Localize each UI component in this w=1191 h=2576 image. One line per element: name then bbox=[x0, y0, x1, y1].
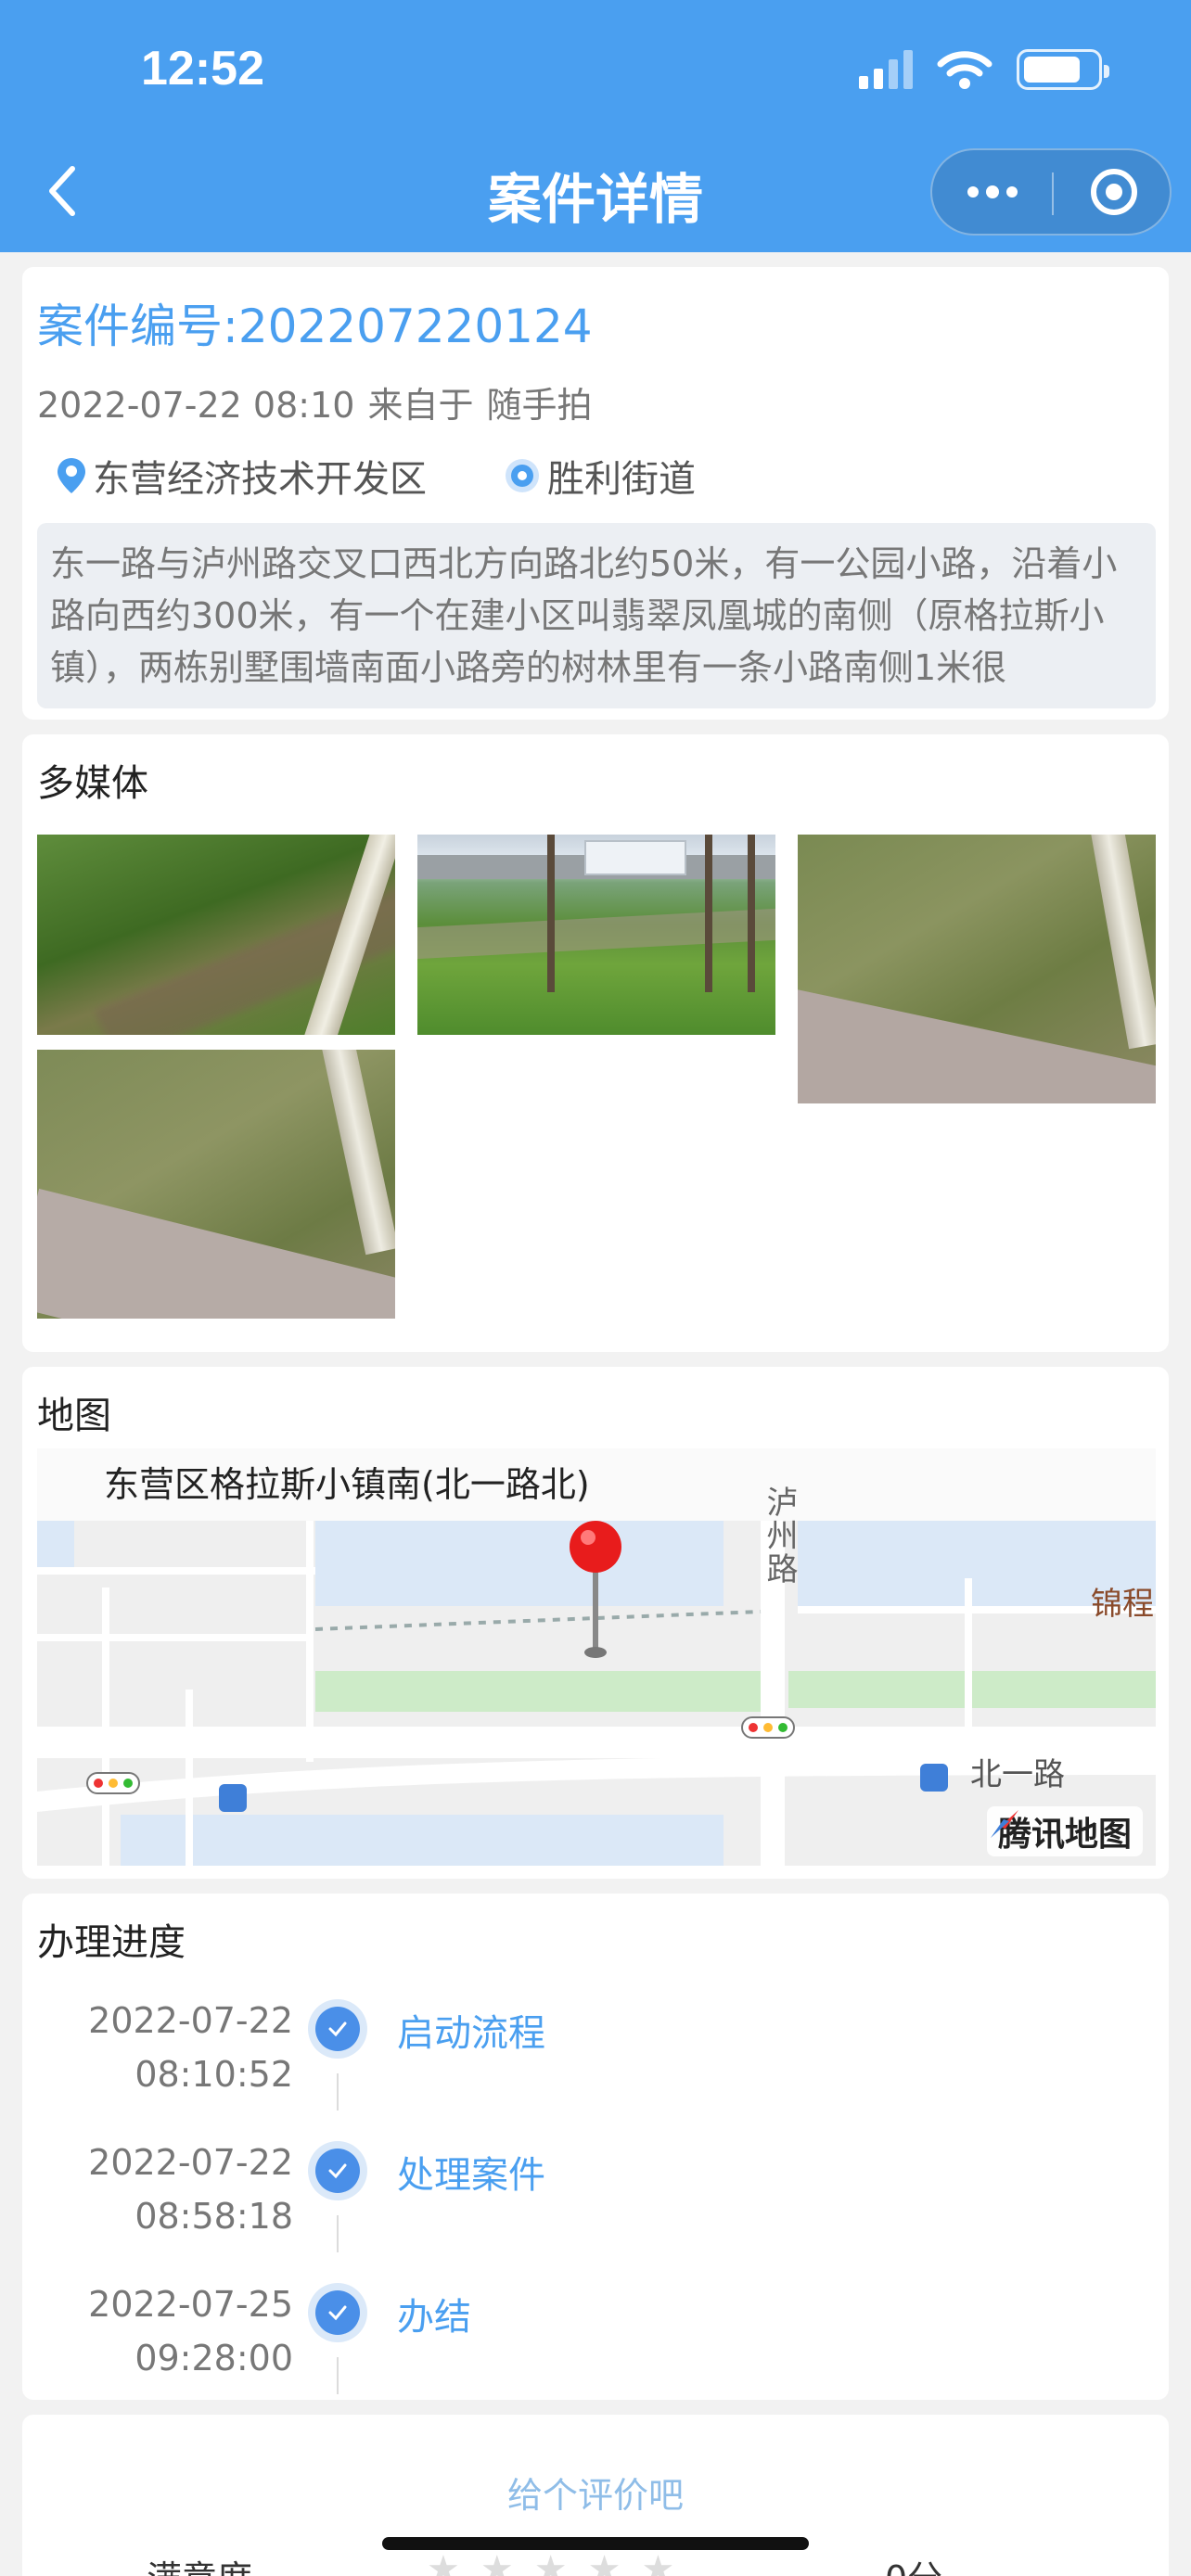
progress-card: 办理进度 2022-07-22 08:10:52 启动流程 2022-07-22… bbox=[22, 1894, 1169, 2400]
media-photo-3[interactable] bbox=[798, 835, 1156, 1103]
step-connector bbox=[337, 2215, 339, 2252]
rating-card: 给个评价吧 满意度 ★ ★ ★ ★ ★ 0分 bbox=[22, 2415, 1169, 2576]
step-check-icon bbox=[308, 2141, 367, 2200]
mini-program-capsule bbox=[930, 148, 1172, 236]
map-label-east: 锦程 bbox=[1091, 1586, 1154, 1623]
progress-step: 2022-07-25 09:28:00 办结 bbox=[22, 2277, 1169, 2418]
compass-icon bbox=[990, 1810, 1018, 1838]
more-dot-icon bbox=[1005, 186, 1018, 198]
media-section-title: 多媒体 bbox=[37, 762, 148, 805]
media-photo-1[interactable] bbox=[37, 835, 395, 1035]
star-icon[interactable]: ★ bbox=[480, 2548, 514, 2576]
district-location: 东营经济技术开发区 bbox=[56, 449, 427, 503]
step-datetime: 2022-07-22 08:10:52 bbox=[88, 1994, 293, 2101]
star-icon[interactable]: ★ bbox=[641, 2548, 674, 2576]
case-meta: 2022-07-22 08:10 来自于 随手拍 bbox=[37, 376, 592, 427]
step-date: 2022-07-22 bbox=[88, 2000, 293, 2041]
step-connector bbox=[337, 2357, 339, 2394]
case-info-card: 案件编号:202207220124 2022-07-22 08:10 来自于 随手拍… bbox=[22, 267, 1169, 720]
map-provider-logo: 腾讯地图 bbox=[986, 1806, 1143, 1856]
map-section-title: 地图 bbox=[37, 1395, 111, 1437]
step-label[interactable]: 处理案件 bbox=[397, 2145, 545, 2199]
street-target-icon bbox=[506, 459, 539, 492]
target-icon bbox=[1090, 169, 1137, 215]
star-icon[interactable]: ★ bbox=[534, 2548, 568, 2576]
case-source-prefix: 来自于 bbox=[367, 385, 474, 426]
star-rating[interactable]: ★ ★ ★ ★ ★ bbox=[427, 2548, 674, 2576]
map-label-road: 泸州路 bbox=[761, 1486, 798, 1586]
case-description: 东一路与泸州路交叉口西北方向路北约50米，有一公园小路，沿着小路向西约300米，… bbox=[37, 523, 1156, 708]
step-label[interactable]: 办结 bbox=[397, 2287, 471, 2340]
street-label: 胜利街道 bbox=[547, 458, 696, 501]
case-datetime: 2022-07-22 08:10 bbox=[37, 385, 355, 426]
media-card: 多媒体 bbox=[22, 734, 1169, 1352]
step-time: 08:58:18 bbox=[134, 2196, 293, 2237]
satisfaction-label: 满意度 bbox=[147, 2550, 252, 2576]
step-connector bbox=[337, 2073, 339, 2111]
star-icon[interactable]: ★ bbox=[427, 2548, 460, 2576]
district-label: 东营经济技术开发区 bbox=[93, 458, 427, 501]
status-time: 12:52 bbox=[141, 42, 264, 96]
step-time: 08:10:52 bbox=[134, 2054, 293, 2095]
case-number: 案件编号:202207220124 bbox=[37, 300, 593, 353]
progress-step: 2022-07-22 08:10:52 启动流程 bbox=[22, 1994, 1169, 2135]
more-dot-icon bbox=[985, 185, 999, 198]
step-check-icon bbox=[308, 2283, 367, 2342]
location-pin-icon bbox=[58, 458, 85, 493]
top-bar: 12:52 案件详情 bbox=[0, 0, 1191, 252]
status-icons bbox=[859, 46, 1109, 93]
step-label[interactable]: 启动流程 bbox=[397, 2003, 545, 2057]
rate-prompt-link[interactable]: 给个评价吧 bbox=[22, 2467, 1169, 2518]
step-datetime: 2022-07-25 09:28:00 bbox=[88, 2277, 293, 2385]
map-label-north-road: 北一路 bbox=[970, 1756, 1065, 1793]
case-source: 随手拍 bbox=[486, 385, 593, 426]
step-datetime: 2022-07-22 08:58:18 bbox=[88, 2136, 293, 2243]
battery-icon bbox=[1017, 49, 1109, 90]
progress-section-title: 办理进度 bbox=[37, 1921, 186, 1964]
signal-icon bbox=[859, 50, 913, 89]
star-icon[interactable]: ★ bbox=[588, 2548, 621, 2576]
street-location: 胜利街道 bbox=[503, 449, 696, 503]
media-photo-4[interactable] bbox=[37, 1050, 395, 1319]
step-check-icon bbox=[308, 1999, 367, 2059]
media-photo-2[interactable] bbox=[417, 835, 775, 1035]
step-time: 09:28:00 bbox=[134, 2338, 293, 2378]
location-map[interactable]: 东营区格拉斯小镇南(北一路北) 泸州路 锦程 北一路 腾讯地图 bbox=[37, 1448, 1156, 1866]
map-card: 地图 东营区格拉斯小镇南(北一路北) 泸州路 锦程 北一路 腾讯地图 bbox=[22, 1367, 1169, 1879]
step-date: 2022-07-25 bbox=[88, 2284, 293, 2325]
step-date: 2022-07-22 bbox=[88, 2142, 293, 2183]
more-button[interactable] bbox=[932, 150, 1052, 234]
progress-step: 2022-07-22 08:58:18 处理案件 bbox=[22, 2136, 1169, 2276]
close-miniprogram-button[interactable] bbox=[1054, 150, 1173, 234]
map-address: 东营区格拉斯小镇南(北一路北) bbox=[37, 1448, 1156, 1521]
more-dot-icon bbox=[967, 186, 979, 198]
wifi-icon bbox=[937, 51, 992, 89]
home-indicator[interactable] bbox=[382, 2537, 809, 2550]
rating-score: 0分 bbox=[885, 2550, 942, 2576]
